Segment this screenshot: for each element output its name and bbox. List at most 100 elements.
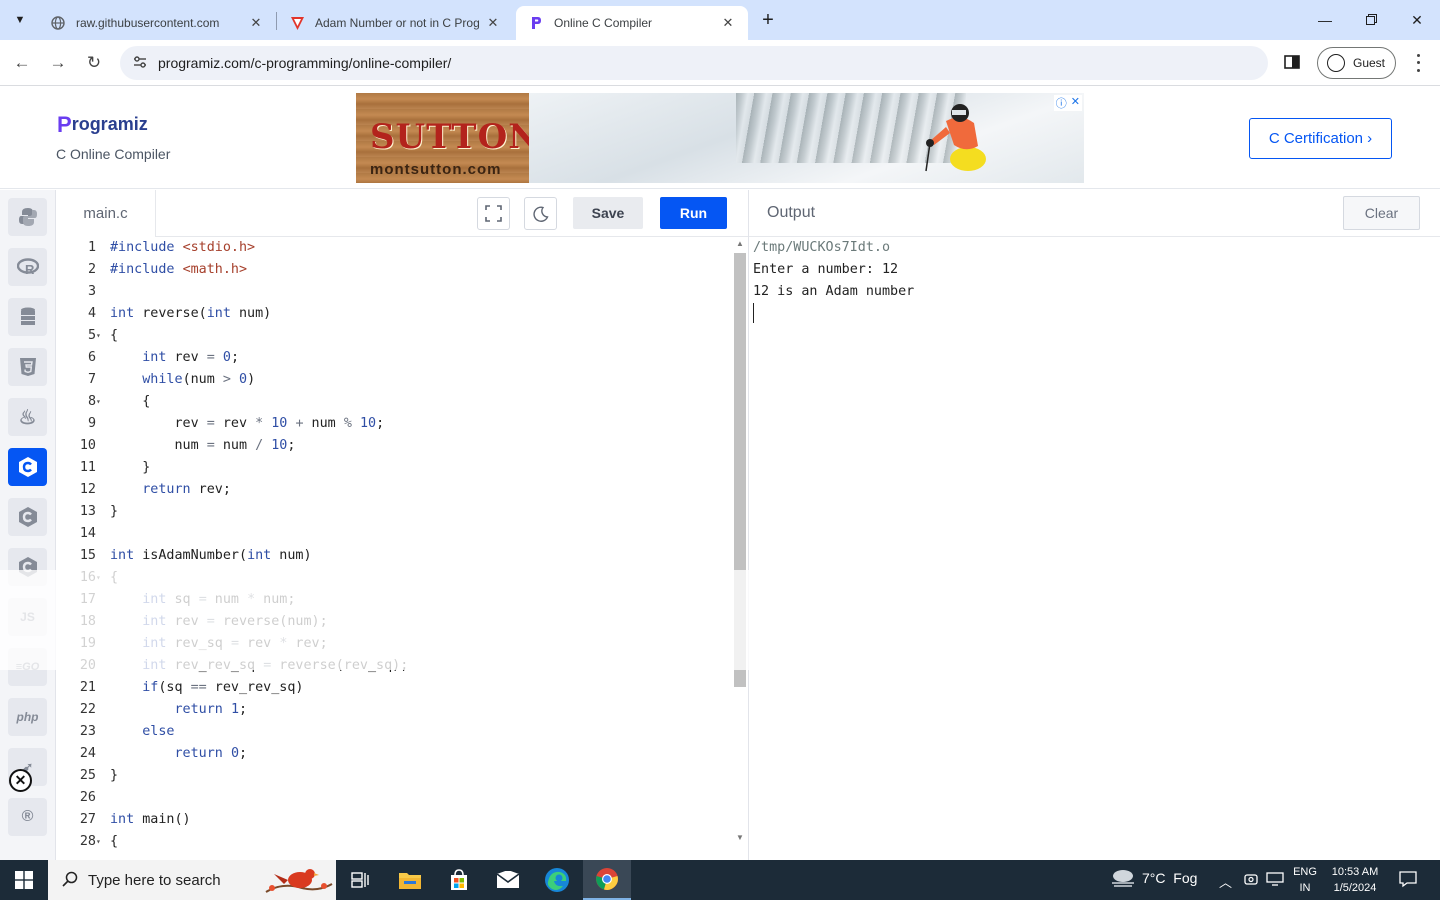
search-placeholder: Type here to search (88, 871, 221, 889)
browser-menu-icon[interactable] (1410, 52, 1426, 74)
dark-mode-button[interactable] (524, 197, 557, 230)
notifications-icon[interactable] (1399, 870, 1417, 891)
close-tab-icon[interactable]: ✕ (485, 15, 501, 31)
task-view-button[interactable] (336, 860, 384, 900)
clear-button[interactable]: Clear (1343, 196, 1420, 230)
scroll-up-icon[interactable]: ▲ (736, 239, 744, 248)
tab-online-c-compiler[interactable]: Online C Compiler ✕ (516, 6, 748, 40)
code-line[interactable]: num = num / 10; (110, 435, 295, 457)
lang-sql[interactable] (8, 298, 47, 336)
tab-search-button[interactable]: ▼ (8, 8, 32, 32)
lang-php[interactable]: php (8, 698, 47, 736)
close-window-button[interactable]: ✕ (1394, 0, 1440, 40)
fold-toggle-icon[interactable]: ▾ (96, 831, 106, 853)
lang-html[interactable] (8, 348, 47, 386)
lang-c[interactable] (8, 448, 47, 486)
meet-now-icon[interactable] (1244, 872, 1258, 889)
network-icon[interactable] (1266, 872, 1284, 889)
mail-button[interactable] (484, 860, 532, 900)
lang-go[interactable]: ≡GO (8, 648, 47, 686)
console-cursor[interactable] (753, 303, 914, 325)
close-tab-icon[interactable]: ✕ (248, 15, 264, 31)
code-line[interactable]: int rev = reverse(num); (110, 611, 327, 633)
programiz-logo[interactable]: Programiz (57, 112, 148, 137)
system-clock[interactable]: 10:53 AM 1/5/2024 (1328, 864, 1382, 896)
fold-toggle-icon[interactable]: ▾ (96, 391, 106, 413)
show-hidden-icons-icon[interactable]: ︿ (1219, 872, 1232, 891)
ad-info-icon[interactable]: ⓘ (1056, 95, 1067, 111)
code-line[interactable]: return rev; (110, 479, 231, 501)
lang-r[interactable]: R (8, 248, 47, 286)
line-number: 28 (79, 834, 96, 849)
chevron-down-icon: ▼ (14, 14, 26, 26)
minimize-button[interactable]: — (1302, 0, 1348, 40)
close-ad-icon[interactable]: ✕ (9, 769, 32, 792)
close-tab-icon[interactable]: ✕ (720, 15, 736, 31)
file-explorer-button[interactable] (386, 860, 434, 900)
fold-toggle-icon[interactable]: ▾ (96, 325, 106, 347)
microsoft-store-button[interactable] (435, 860, 483, 900)
start-button[interactable] (0, 860, 48, 900)
advertisement-banner[interactable]: SUTTON montsutton.com ⓘ ✕ (356, 93, 1084, 183)
code-line[interactable]: #include <stdio.h> (110, 237, 255, 259)
run-button[interactable]: Run (660, 197, 727, 229)
code-line[interactable]: { (110, 325, 118, 347)
file-tab-main-c[interactable]: main.c (56, 190, 156, 237)
back-button[interactable]: ← (7, 48, 37, 78)
lang-javascript[interactable]: JS (8, 598, 47, 636)
code-area[interactable]: 1 #include <stdio.h> 2 #include <math.h> 3 4 i… (56, 237, 732, 860)
code-line[interactable]: int main() (110, 809, 191, 831)
lang-python[interactable] (8, 198, 47, 236)
code-line[interactable]: int isAdamNumber(int num) (110, 545, 312, 567)
profile-button[interactable]: Guest (1317, 47, 1396, 79)
code-line[interactable]: { (110, 391, 150, 413)
logo-letter: P (57, 112, 72, 137)
address-bar[interactable]: programiz.com/c-programming/online-compi… (120, 46, 1268, 80)
scrollbar-thumb[interactable] (734, 253, 746, 687)
code-line[interactable]: while(num > 0) (110, 369, 255, 391)
go-icon: ≡GO (15, 661, 40, 673)
code-line[interactable]: int reverse(int num) (110, 303, 271, 325)
code-line[interactable]: if(sq == rev_rev_sq) (110, 677, 303, 699)
tab-adam-number[interactable]: Adam Number or not in C Prog ✕ (277, 6, 513, 40)
c-certification-button[interactable]: C Certification › (1249, 118, 1392, 159)
chrome-button[interactable] (583, 860, 631, 900)
reload-button[interactable]: ↻ (79, 48, 109, 78)
new-tab-button[interactable]: + (756, 8, 780, 32)
code-line[interactable]: return 1; (110, 699, 248, 721)
code-line[interactable]: else (110, 721, 174, 743)
fullscreen-button[interactable] (477, 197, 510, 230)
taskbar-search-box[interactable]: Type here to search (48, 860, 336, 900)
save-button[interactable]: Save (573, 197, 643, 229)
ad-choices[interactable]: ⓘ ✕ (1053, 95, 1082, 111)
code-line[interactable]: return 0; (110, 743, 248, 765)
code-line[interactable]: } (110, 457, 150, 479)
side-panel-icon[interactable] (1284, 54, 1302, 72)
weather-widget[interactable]: 7°C Fog (1110, 868, 1197, 888)
code-line[interactable]: { (110, 567, 118, 589)
output-console[interactable]: /tmp/WUCKOs7Idt.o Enter a number: 12 12 … (753, 237, 914, 325)
code-line[interactable]: int sq = num * num; (110, 589, 295, 611)
tab-raw-github[interactable]: raw.githubusercontent.com ✕ (38, 6, 276, 40)
editor-scrollbar[interactable]: ▲ ▼ (732, 237, 748, 847)
code-line[interactable]: #include <math.h> (110, 259, 247, 281)
site-info-icon[interactable] (128, 55, 152, 71)
code-line[interactable]: } (110, 765, 118, 787)
fold-toggle-icon[interactable]: ▾ (96, 567, 106, 589)
code-line[interactable]: rev = rev * 10 + num % 10; (110, 413, 384, 435)
scroll-down-icon[interactable]: ▼ (736, 833, 744, 842)
code-line[interactable]: int rev_rev_sq = reverse(rev_sq); (110, 655, 408, 677)
code-line[interactable]: } (110, 501, 118, 523)
ad-close-icon[interactable]: ✕ (1071, 95, 1080, 111)
forward-button[interactable]: → (43, 48, 73, 78)
lang-csharp[interactable] (8, 548, 47, 586)
lang-cpp[interactable] (8, 498, 47, 536)
code-line[interactable]: int rev_sq = rev * rev; (110, 633, 327, 655)
lang-rust[interactable]: ® (8, 798, 47, 836)
code-line[interactable]: int rev = 0; (110, 347, 239, 369)
code-line[interactable]: { (110, 831, 118, 853)
input-language-indicator[interactable]: ENG IN (1291, 864, 1319, 896)
restore-button[interactable] (1348, 0, 1394, 40)
edge-button[interactable] (533, 860, 581, 900)
lang-java[interactable]: ♨ (8, 398, 47, 436)
